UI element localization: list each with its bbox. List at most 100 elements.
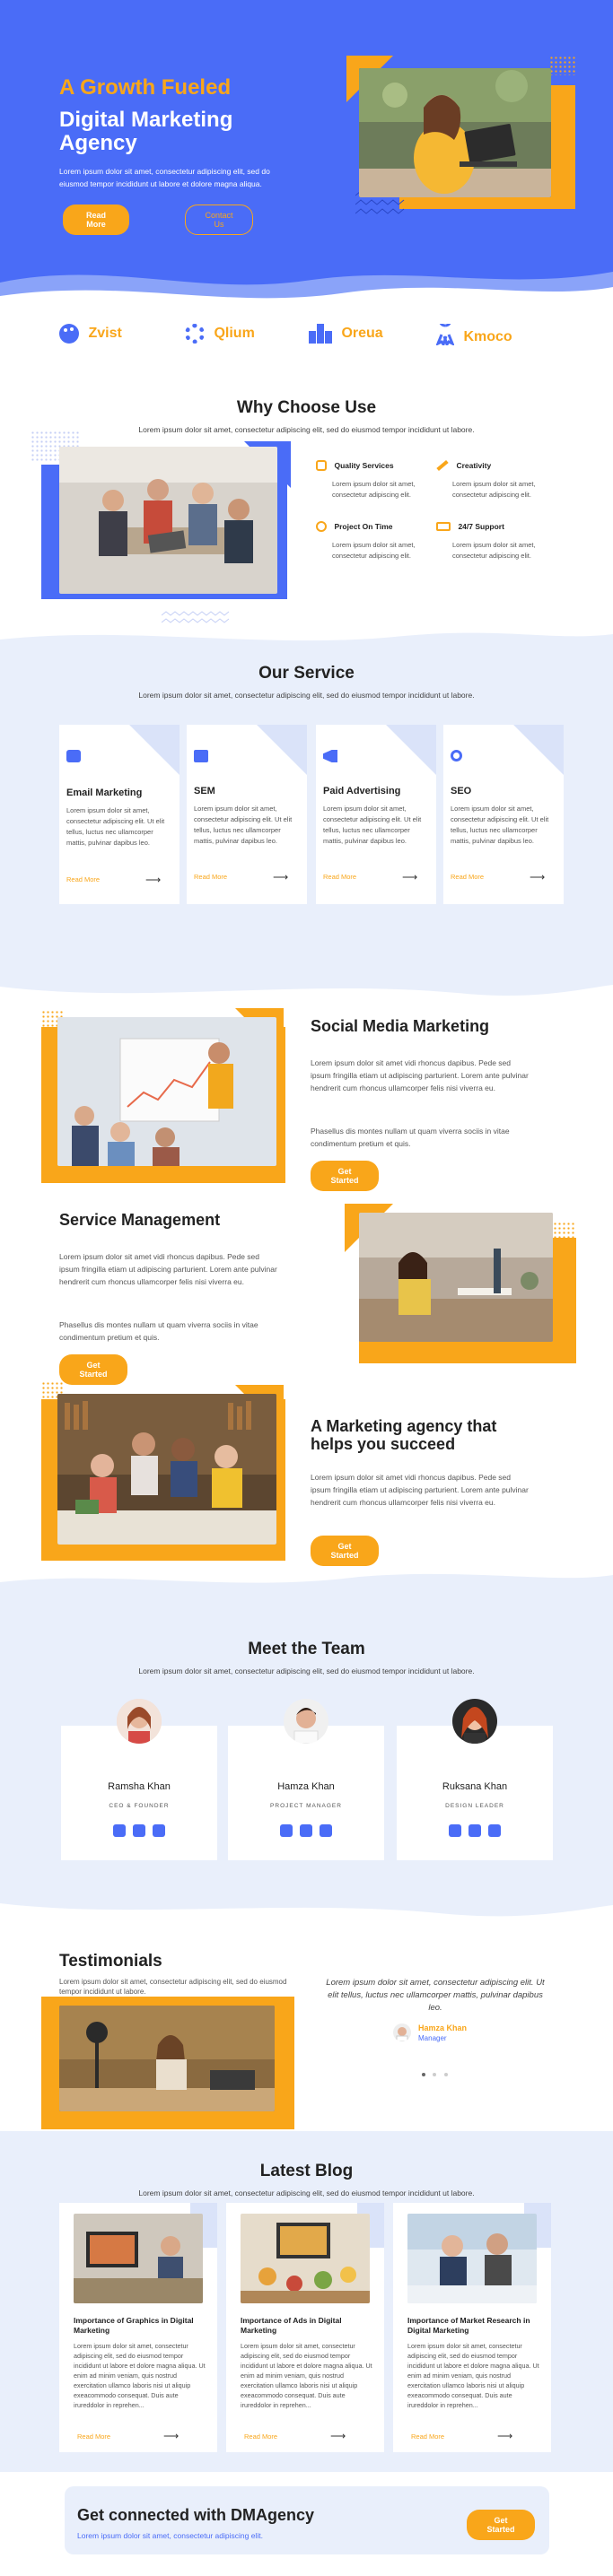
instagram-icon[interactable] [320,1823,333,1837]
service-card-sem[interactable]: SEM Lorem ipsum dolor sit amet, consecte… [187,725,307,904]
read-more-link[interactable]: Read More [323,873,356,881]
feature2-dots-decoration [553,1222,574,1238]
email-icon [66,750,81,762]
team-card-ramsha: Ramsha Khan CEO & FOUNDER [61,1699,217,1860]
hero-title-line3: Agency [59,131,137,155]
instagram-icon[interactable] [488,1823,502,1837]
instagram-icon[interactable] [153,1823,166,1837]
feature1-title: Social Media Marketing [311,1017,490,1035]
get-started-button[interactable]: Get Started [59,1354,127,1385]
arrow-right-icon[interactable]: ⟶ [530,871,545,883]
carousel-dots[interactable] [422,2065,448,2081]
get-started-button[interactable]: Get Started [467,2510,535,2540]
arrow-right-icon[interactable]: ⟶ [163,2430,179,2442]
contact-us-button[interactable]: Contact Us [185,205,253,235]
facebook-icon[interactable] [112,1823,126,1837]
cta-text: Lorem ipsum dolor sit amet, consectetur … [77,2531,263,2540]
feature-text: Lorem ipsum dolor sit amet, consectetur … [452,541,536,560]
facebook-icon[interactable] [448,1823,461,1837]
read-more-link[interactable]: Read More [451,873,484,881]
testimonials-subtitle: Lorem ipsum dolor sit amet, consectetur … [59,1978,287,1996]
feature3-title: A Marketing agency that helps you succee… [311,1417,497,1453]
why-subtitle: Lorem ipsum dolor sit amet, consectetur … [138,425,475,434]
logo-zvist[interactable]: Zvist [59,324,122,344]
logo-oreua[interactable]: Oreua [309,324,383,344]
testimonials-title: Testimonials [59,1952,162,1971]
arrow-right-icon[interactable]: ⟶ [330,2430,346,2442]
service-card-paid[interactable]: Paid Advertising Lorem ipsum dolor sit a… [316,725,436,904]
avatar [452,1699,497,1744]
service-card-email[interactable]: Email Marketing Lorem ipsum dolor sit am… [59,725,180,904]
logo-qlium[interactable]: Qlium [185,324,255,344]
blog-post-title[interactable]: Importance of Graphics in Digital Market… [74,2316,206,2336]
member-role: DESIGN LEADER [445,1803,504,1809]
testimonial-quote: Lorem ipsum dolor sit amet, consectetur … [326,1978,545,2013]
arrow-right-icon[interactable]: ⟶ [273,871,288,883]
read-more-link[interactable]: Read More [66,875,100,883]
services-title: Our Service [258,664,355,683]
blog-subtitle: Lorem ipsum dolor sit amet, consectetur … [138,2189,475,2197]
feature2-title: Service Management [59,1211,221,1229]
logo-kmoco[interactable]: Kmoco [435,313,512,350]
twitter-icon[interactable] [300,1823,312,1837]
hero-wave-divider [0,272,613,314]
read-more-link[interactable]: Read More [194,873,227,881]
carousel-dot-active[interactable] [422,2073,425,2076]
author-avatar [393,2023,411,2041]
feature-text: Lorem ipsum dolor sit amet, consectetur … [332,480,416,499]
arrow-right-icon[interactable]: ⟶ [145,874,161,886]
twitter-icon[interactable] [133,1823,145,1837]
logo-name: Zvist [88,326,122,341]
member-role: CEO & FOUNDER [109,1803,170,1809]
service-title: SEM [194,786,215,796]
read-more-link[interactable]: Read More [411,2432,444,2441]
services-top-wave [0,623,613,641]
blog-card-research[interactable]: Importance of Market Research in Digital… [393,2203,551,2452]
read-more-button[interactable]: Read More [63,205,129,235]
feature-creativity: Creativity Lorem ipsum dolor sit amet, c… [436,457,553,500]
blog-card-graphics[interactable]: Importance of Graphics in Digital Market… [59,2203,217,2452]
read-more-link[interactable]: Read More [244,2432,277,2441]
cta-banner: Get connected with DMAgency Lorem ipsum … [65,2486,549,2554]
get-started-button[interactable]: Get Started [311,1161,379,1191]
why-title: Why Choose Use [236,398,377,417]
blog-post-title[interactable]: Importance of Ads in Digital Marketing [241,2316,373,2336]
feature-text: Lorem ipsum dolor sit amet, consectetur … [452,480,536,499]
feature1-photo [57,1017,276,1166]
get-started-button[interactable]: Get Started [311,1536,379,1566]
social-links [61,1823,217,1839]
services-subtitle: Lorem ipsum dolor sit amet, consectetur … [138,691,475,700]
feature-title: Quality Services [334,460,394,470]
feature-text: Lorem ipsum dolor sit amet, consectetur … [332,541,416,560]
feature-title: Project On Time [334,521,393,531]
service-text: Lorem ipsum dolor sit amet, consectetur … [323,805,422,845]
member-name: Ruksana Khan [442,1781,508,1792]
medal-icon [316,459,327,471]
hero-dots-decoration [549,56,576,75]
hero-photo [359,68,551,197]
arrow-right-icon[interactable]: ⟶ [402,871,417,883]
service-text: Lorem ipsum dolor sit amet, consectetur … [451,805,549,845]
carousel-dot[interactable] [433,2073,437,2076]
blog-photo [241,2214,370,2303]
carousel-dot[interactable] [443,2073,448,2076]
read-more-link[interactable]: Read More [77,2432,110,2441]
blog-post-text: Lorem ipsum dolor sit amet, consectetur … [74,2342,206,2409]
arrow-right-icon[interactable]: ⟶ [497,2430,512,2442]
feature2-photo [359,1213,553,1342]
why-photo [59,447,277,594]
twitter-icon[interactable] [469,1823,481,1837]
feature-title: Creativity [456,460,492,470]
clock-icon [316,520,327,532]
blog-post-title[interactable]: Importance of Market Research in Digital… [407,2316,540,2336]
member-role: PROJECT MANAGER [270,1803,342,1809]
blocks-icon [309,324,332,344]
member-name: Hamza Khan [277,1781,335,1792]
service-card-seo[interactable]: SEO Lorem ipsum dolor sit amet, consecte… [443,725,564,904]
team-card-ruksana: Ruksana Khan DESIGN LEADER [397,1699,553,1860]
blog-card-ads[interactable]: Importance of Ads in Digital Marketing L… [226,2203,384,2452]
feature-title: 24/7 Support [458,521,504,531]
search-icon [451,750,462,761]
team-subtitle: Lorem ipsum dolor sit amet, consectetur … [138,1667,475,1675]
facebook-icon[interactable] [279,1823,293,1837]
